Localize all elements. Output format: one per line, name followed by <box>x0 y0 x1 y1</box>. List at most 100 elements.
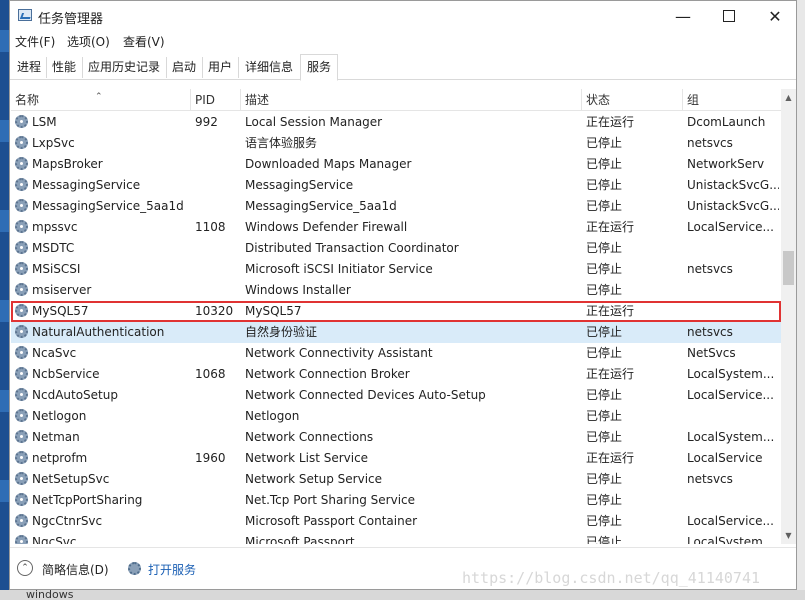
sort-ascending-icon: ⌃ <box>95 92 103 102</box>
desktop-right-strip <box>797 0 805 600</box>
service-group: netsvcs <box>687 262 733 276</box>
minimize-button[interactable]: — <box>660 1 706 31</box>
service-group: LocalSystem... <box>687 367 775 381</box>
table-row[interactable]: MSiSCSI Microsoft iSCSI Initiator Service… <box>11 259 781 280</box>
service-name: Netman <box>15 427 191 448</box>
service-description: MessagingService_5aa1d <box>245 199 397 213</box>
chevron-up-icon[interactable]: ⌃ <box>17 560 33 576</box>
menu-file[interactable]: 文件(F) <box>15 33 55 50</box>
service-name-text: MapsBroker <box>32 157 103 171</box>
table-row[interactable]: msiserver Windows Installer 已停止 <box>11 280 781 301</box>
service-group <box>687 490 779 511</box>
open-services-link[interactable]: 打开服务 <box>148 561 196 578</box>
service-name: MessagingService <box>15 175 191 196</box>
service-pid <box>195 385 241 406</box>
service-group <box>687 301 779 322</box>
table-row[interactable]: MapsBroker Downloaded Maps Manager 已停止 Netw… <box>11 154 781 175</box>
menu-options[interactable]: 选项(O) <box>67 33 110 50</box>
service-name: LSM <box>15 112 191 133</box>
service-name-text: NgcSvc <box>32 535 77 544</box>
service-group <box>687 280 779 301</box>
service-pid <box>195 154 241 175</box>
close-icon: ✕ <box>768 6 782 26</box>
table-row[interactable]: MySQL57 10320 MySQL57 正在运行 <box>11 301 781 322</box>
table-row[interactable]: LSM 992 Local Session Manager 正在运行 DcomLaunc… <box>11 112 781 133</box>
service-name: netprofm <box>15 448 191 469</box>
service-description: Network Connections <box>245 430 374 444</box>
service-gear-icon <box>15 220 28 233</box>
column-header-group[interactable]: 组 <box>683 89 781 110</box>
service-group: netsvcs <box>687 472 733 486</box>
service-name-text: NcdAutoSetup <box>32 388 118 402</box>
service-name: NcbService <box>15 364 191 385</box>
table-row[interactable]: NcbService 1068 Network Connection Broker 正… <box>11 364 781 385</box>
service-description: Local Session Manager <box>245 115 383 129</box>
table-row[interactable]: NcdAutoSetup Network Connected Devices Au… <box>11 385 781 406</box>
menu-view[interactable]: 查看(V) <box>123 33 165 50</box>
fewer-details-link[interactable]: 简略信息(D) <box>42 561 109 578</box>
service-group: LocalService <box>687 451 763 465</box>
service-status: 已停止 <box>586 472 623 486</box>
scrollbar-thumb[interactable] <box>783 251 794 285</box>
service-name: NetTcpPortSharing <box>15 490 191 511</box>
service-gear-icon <box>15 304 28 317</box>
menu-bar: 文件(F) 选项(O) 查看(V) <box>10 31 796 51</box>
service-pid <box>195 406 241 427</box>
table-row[interactable]: NaturalAuthentication 自然身份验证 已停止 netsvcs <box>11 322 781 343</box>
table-row[interactable]: mpssvc 1108 Windows Defender Firewall 正在运行 L… <box>11 217 781 238</box>
tab-services[interactable]: 服务 <box>300 54 338 81</box>
table-row[interactable]: netprofm 1960 Network List Service 正在运行 Loca… <box>11 448 781 469</box>
service-group: LocalService... <box>687 514 774 528</box>
services-gear-icon[interactable] <box>128 562 141 575</box>
column-header-name[interactable]: 名称 ⌃ <box>11 89 191 110</box>
table-row[interactable]: Netman Network Connections 已停止 LocalSystem.… <box>11 427 781 448</box>
column-header-description[interactable]: 描述 <box>241 89 582 110</box>
service-gear-icon <box>15 451 28 464</box>
title-bar[interactable]: 任务管理器 — ✕ <box>10 1 796 31</box>
table-row[interactable]: NetSetupSvc Network Setup Service 已停止 netsv… <box>11 469 781 490</box>
service-gear-icon <box>15 346 28 359</box>
service-name: MapsBroker <box>15 154 191 175</box>
service-description: Microsoft Passport <box>245 535 355 544</box>
service-pid <box>195 175 241 196</box>
window-title: 任务管理器 <box>38 12 104 27</box>
column-header-status[interactable]: 状态 <box>582 89 683 110</box>
tab-details[interactable]: 详细信息 <box>238 57 301 78</box>
watermark: https://blog.csdn.net/qq_41140741 <box>462 569 761 587</box>
table-row[interactable]: MessagingService_5aa1d MessagingService_5… <box>11 196 781 217</box>
service-gear-icon <box>15 388 28 401</box>
maximize-button[interactable] <box>706 1 752 31</box>
table-row[interactable]: Netlogon Netlogon 已停止 <box>11 406 781 427</box>
table-row[interactable]: NcaSvc Network Connectivity Assistant 已停止 N… <box>11 343 781 364</box>
table-row[interactable]: NgcSvc Microsoft Passport 已停止 LocalSystem..… <box>11 532 781 544</box>
table-row[interactable]: NetTcpPortSharing Net.Tcp Port Sharing Se… <box>11 490 781 511</box>
service-name-text: netprofm <box>32 451 88 465</box>
service-gear-icon <box>15 178 28 191</box>
tab-startup[interactable]: 启动 <box>166 57 203 78</box>
table-row[interactable]: NgcCtnrSvc Microsoft Passport Container 已停… <box>11 511 781 532</box>
service-group: DcomLaunch <box>687 115 766 129</box>
service-gear-icon <box>15 241 28 254</box>
service-pid <box>195 238 241 259</box>
service-description: 语言体验服务 <box>245 136 318 150</box>
vertical-scrollbar[interactable]: ▲ ▼ <box>781 89 796 544</box>
scroll-down-icon[interactable]: ▼ <box>781 527 796 544</box>
scroll-up-icon[interactable]: ▲ <box>781 89 796 106</box>
service-gear-icon <box>15 157 28 170</box>
tab-processes[interactable]: 进程 <box>12 57 47 78</box>
service-name-text: LSM <box>32 115 57 129</box>
service-status: 已停止 <box>586 430 623 444</box>
tab-app-history[interactable]: 应用历史记录 <box>82 57 167 78</box>
tab-performance[interactable]: 性能 <box>46 57 83 78</box>
table-row[interactable]: MessagingService MessagingService 已停止 Unist… <box>11 175 781 196</box>
close-button[interactable]: ✕ <box>752 1 798 31</box>
table-row[interactable]: MSDTC Distributed Transaction Coordinator… <box>11 238 781 259</box>
service-name: LxpSvc <box>15 133 191 154</box>
service-status: 已停止 <box>586 136 623 150</box>
tab-users[interactable]: 用户 <box>202 57 239 78</box>
service-pid: 1068 <box>195 367 226 381</box>
minimize-icon: — <box>675 6 691 26</box>
service-gear-icon <box>15 199 28 212</box>
table-row[interactable]: LxpSvc 语言体验服务 已停止 netsvcs <box>11 133 781 154</box>
column-header-pid[interactable]: PID <box>191 89 241 110</box>
